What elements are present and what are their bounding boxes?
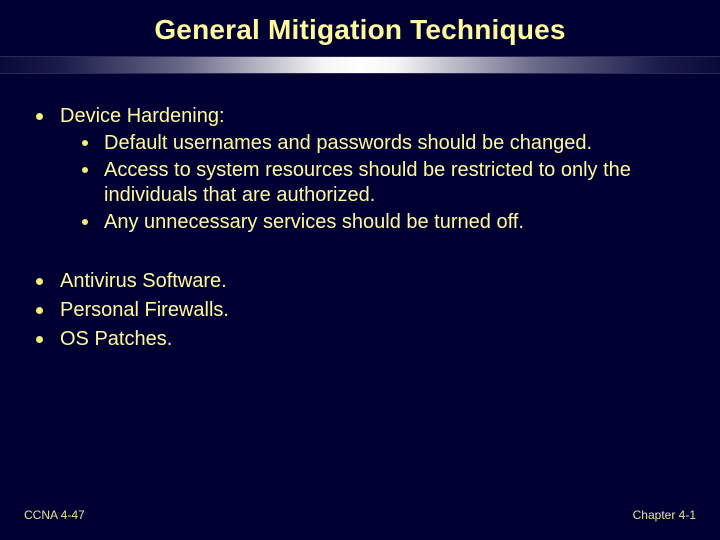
list-item: Antivirus Software. (36, 269, 680, 294)
list-item-label: Antivirus Software. (60, 270, 227, 292)
bullet-list-2: Antivirus Software. Personal Firewalls. … (24, 269, 680, 352)
list-item: Access to system resources should be res… (82, 158, 680, 208)
list-item: Personal Firewalls. (36, 298, 680, 323)
list-item-label: Default usernames and passwords should b… (104, 132, 592, 154)
list-item-label: Device Hardening: (60, 105, 225, 127)
list-item: Any unnecessary services should be turne… (82, 210, 680, 235)
list-item-label: Personal Firewalls. (60, 299, 229, 321)
footer: CCNA 4-47 Chapter 4-1 (0, 508, 720, 522)
title-area: General Mitigation Techniques (0, 0, 720, 56)
slide-title: General Mitigation Techniques (0, 14, 720, 46)
list-item: Default usernames and passwords should b… (82, 131, 680, 156)
list-item: OS Patches. (36, 327, 680, 352)
list-item-label: Access to system resources should be res… (104, 159, 631, 206)
bullet-list-1: Device Hardening: Default usernames and … (24, 104, 680, 235)
content-area: Device Hardening: Default usernames and … (0, 104, 720, 352)
sub-bullet-list: Default usernames and passwords should b… (60, 131, 680, 235)
list-item-label: OS Patches. (60, 328, 172, 350)
list-item: Device Hardening: Default usernames and … (36, 104, 680, 235)
footer-right: Chapter 4-1 (633, 508, 696, 522)
separator-bar (0, 56, 720, 74)
list-item-label: Any unnecessary services should be turne… (104, 211, 524, 233)
footer-left: CCNA 4-47 (24, 508, 85, 522)
